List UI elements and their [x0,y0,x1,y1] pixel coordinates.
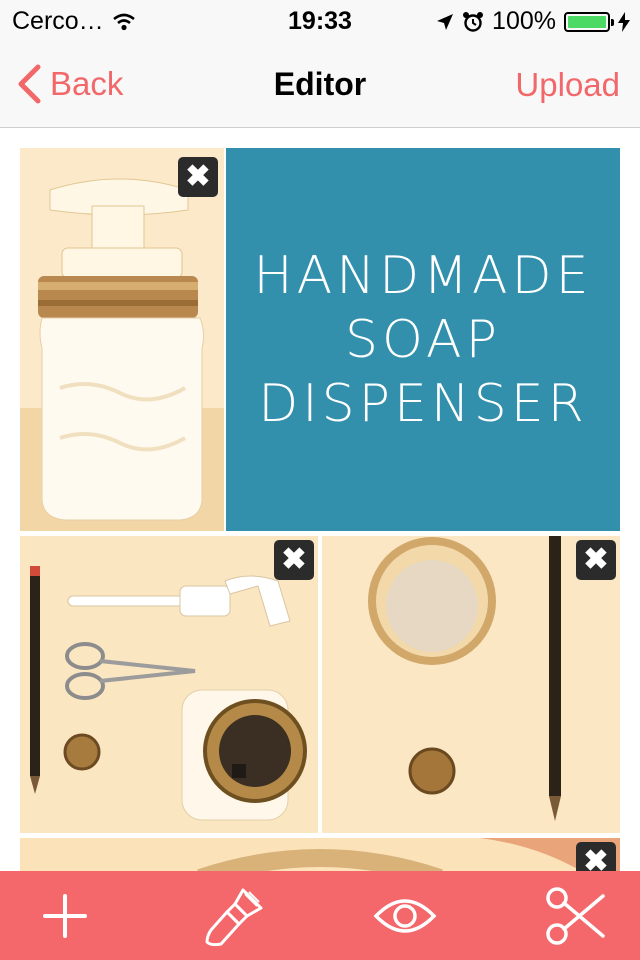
photo-tile-partial[interactable]: ✖ [20,838,620,871]
cut-button[interactable] [540,881,610,951]
location-arrow-icon [437,13,454,30]
upload-button[interactable]: Upload [515,66,620,104]
materials-photo [20,536,318,833]
battery-level [568,15,606,28]
alarm-clock-icon [463,11,484,32]
photo-tile-lid[interactable]: ✖ [322,536,620,833]
status-bar: Cerco… 19:33 100% [0,0,640,40]
paint-brush-button[interactable] [200,881,270,951]
lid-coin-pencil-photo [322,536,620,833]
battery-percent: 100% [492,7,556,35]
paint-brush-icon [205,888,263,946]
navigation-bar: Back Editor Upload [0,40,640,128]
eye-icon [373,898,437,933]
collage-editor[interactable]: ✖ Handmade Soap Dispenser [0,129,640,871]
preview-button[interactable] [370,881,440,951]
charging-bolt-icon [618,11,630,32]
plus-icon [43,893,87,938]
remove-photo-button[interactable]: ✖ [274,540,314,580]
remove-photo-button[interactable]: ✖ [178,157,218,197]
battery-icon [564,11,614,32]
remove-photo-button[interactable]: ✖ [576,842,616,871]
add-button[interactable] [30,881,100,951]
photo-tile-jar[interactable]: ✖ [20,148,224,531]
title-line-3: Dispenser [258,373,588,434]
soap-jar-photo [20,148,224,531]
title-card-tile[interactable]: Handmade Soap Dispenser [226,148,620,531]
title-line-2: Soap [345,309,501,370]
photo-tile-materials[interactable]: ✖ [20,536,318,833]
remove-photo-button[interactable]: ✖ [576,540,616,580]
partial-photo [20,838,620,871]
bottom-toolbar [0,871,640,960]
status-right-group: 100% [436,7,630,36]
scissors-icon [546,886,605,945]
title-line-1: Handmade [253,245,593,306]
